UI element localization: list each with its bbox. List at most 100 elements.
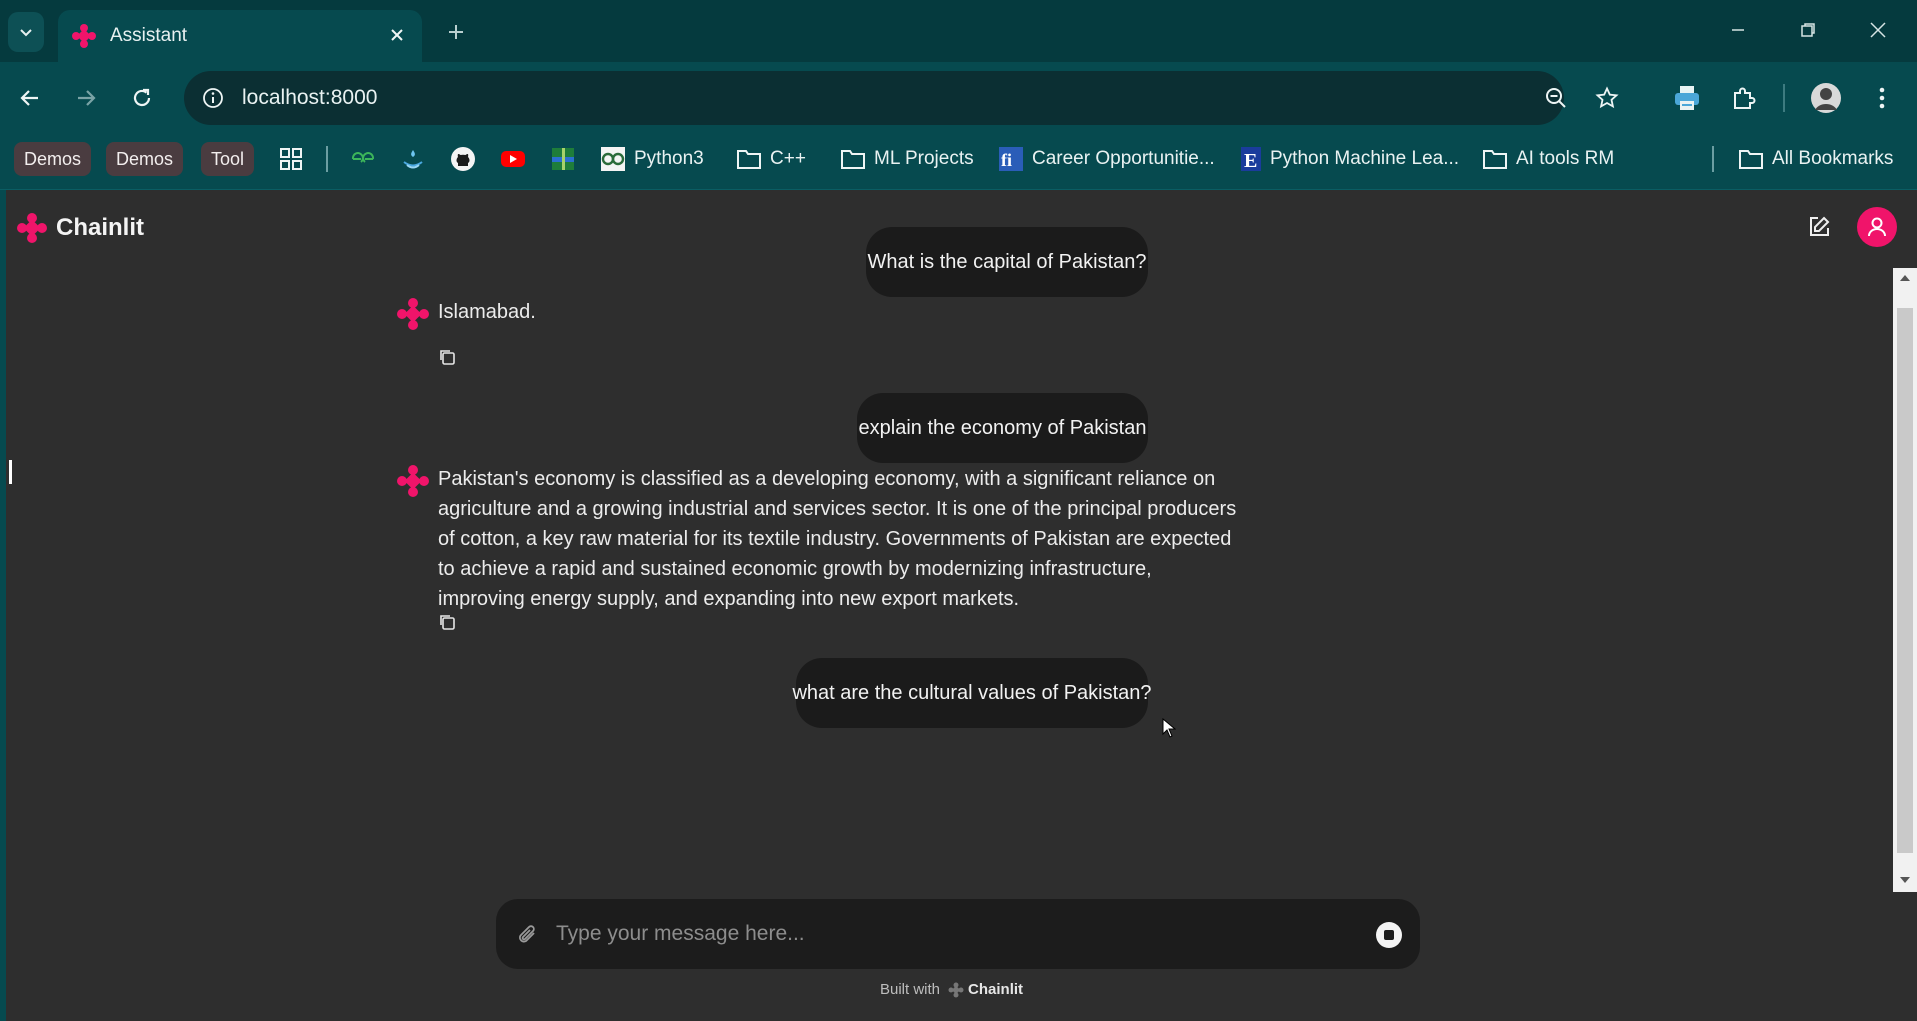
user-message: what are the cultural values of Pakistan… [792, 658, 1152, 728]
message-line: agriculture and a growing industrial and… [438, 498, 1237, 520]
bookmark-label: Python Machine Lea... [1270, 148, 1460, 169]
site-favicon-icon [552, 148, 574, 170]
chat-scrollbar[interactable] [1893, 268, 1917, 892]
bookmark-youtube[interactable] [496, 142, 530, 176]
browser-tab-bar: Assistant [0, 0, 1917, 62]
printer-icon [1675, 86, 1699, 110]
bookmark-demos-1[interactable]: Demos [14, 142, 92, 176]
browser-toolbar: localhost:8000 [0, 62, 1917, 134]
tab-close-button[interactable] [384, 22, 410, 48]
bookmark-demos-2[interactable]: Demos [106, 142, 184, 176]
info-icon [203, 88, 223, 108]
url-text: localhost:8000 [242, 86, 378, 109]
user-avatar-button[interactable] [1857, 207, 1897, 247]
tab-title: Assistant [110, 25, 188, 46]
close-icon [1870, 22, 1886, 38]
bookmark-separator [326, 146, 328, 172]
browser-menu-button[interactable] [1860, 76, 1904, 120]
bookmark-github[interactable] [446, 142, 480, 176]
zoom-button[interactable] [1541, 83, 1571, 113]
bookmark-python3[interactable]: Python3 [600, 142, 704, 176]
user-message: explain the economy of Pakistan [857, 393, 1148, 463]
assistant-message: Pakistan's economy is classified as a de… [438, 464, 1298, 614]
message-input[interactable] [556, 915, 1336, 953]
address-bar[interactable]: localhost:8000 [184, 71, 1619, 125]
profile-button[interactable] [1804, 76, 1848, 120]
extensions-button[interactable] [1722, 76, 1766, 120]
user-message: What is the capital of Pakistan? [866, 227, 1148, 297]
brand-name: Chainlit [56, 214, 144, 241]
window-close-button[interactable] [1850, 10, 1906, 50]
all-bookmarks-button[interactable]: All Bookmarks [1738, 142, 1893, 176]
bookmarks-bar: Demos Demos Tool Python3 C++ ML Projects… [0, 134, 1917, 190]
restore-button[interactable] [1780, 10, 1836, 50]
message-line: of cotton, a key raw material for its te… [438, 528, 1232, 550]
chainlit-logo-icon [948, 982, 964, 997]
bookmark-colab[interactable] [396, 142, 430, 176]
bookmark-folder-cpp[interactable]: C++ [736, 142, 806, 176]
bookmark-site[interactable] [546, 142, 580, 176]
bookmark-label: ML Projects [874, 148, 974, 169]
assistant-message: Islamabad. [438, 301, 536, 323]
mouse-cursor-icon [1162, 718, 1176, 738]
apps-grid-icon [280, 148, 302, 170]
bookmark-apps[interactable] [274, 142, 308, 176]
svg-text:fi: fi [1001, 150, 1012, 170]
site-info-button[interactable] [198, 83, 228, 113]
bookmark-folder-ai-tools[interactable]: AI tools RM [1482, 142, 1614, 176]
bookmark-geeksforgeeks[interactable] [346, 142, 380, 176]
bookmark-label: C++ [770, 148, 806, 169]
attach-file-button[interactable] [512, 919, 544, 951]
reload-button[interactable] [122, 78, 162, 118]
star-icon [1595, 86, 1619, 109]
scroll-down-icon [1900, 877, 1910, 883]
message-composer [496, 899, 1420, 969]
tab-search-button[interactable] [8, 12, 44, 52]
new-chat-button[interactable] [1803, 211, 1835, 243]
github-icon [451, 147, 475, 171]
browser-tab-assistant[interactable]: Assistant [58, 10, 422, 62]
bookmark-python-machine-learning[interactable]: E Python Machine Lea... [1240, 142, 1459, 176]
zoom-out-icon [1546, 88, 1566, 108]
bookmark-career-opportunities[interactable]: fi Career Opportunitie... [998, 142, 1215, 176]
paperclip-icon [519, 925, 535, 943]
arrow-right-icon [78, 90, 96, 106]
sidebar-handle[interactable] [9, 460, 12, 484]
copy-message-button[interactable] [435, 345, 459, 369]
chainlit-logo-icon [17, 213, 47, 243]
reload-icon [133, 88, 151, 107]
folder-icon [841, 150, 865, 169]
copy-message-button[interactable] [435, 610, 459, 634]
built-with-brand: Chainlit [968, 981, 1024, 998]
bookmark-star-button[interactable] [1592, 83, 1622, 113]
minimize-button[interactable] [1710, 10, 1766, 50]
chainlit-app: Chainlit What is the capital of Pakistan… [6, 190, 1917, 1021]
chevron-down-icon [20, 29, 32, 37]
bookmark-label: Career Opportunitie... [1032, 148, 1215, 169]
stop-generation-button[interactable] [1376, 922, 1402, 948]
bookmark-label: All Bookmarks [1772, 148, 1894, 169]
plus-icon [449, 25, 463, 39]
back-button[interactable] [10, 78, 50, 118]
user-icon [1868, 217, 1886, 237]
youtube-icon [501, 151, 525, 167]
more-vertical-icon [1879, 87, 1885, 109]
printer-extension-button[interactable] [1665, 76, 1709, 120]
forward-button[interactable] [66, 78, 106, 118]
profile-avatar-icon [1811, 83, 1841, 113]
built-with-footer[interactable]: Built with Chainlit [880, 981, 1023, 998]
edit-icon [1810, 216, 1830, 236]
bookmark-folder-ml-projects[interactable]: ML Projects [840, 142, 974, 176]
close-icon [391, 29, 403, 41]
built-with-text: Built with [880, 981, 941, 998]
stop-icon [1384, 930, 1394, 940]
bookmark-label: Python3 [634, 148, 704, 169]
career-site-favicon-icon: fi [999, 147, 1023, 171]
scroll-up-icon [1900, 275, 1910, 281]
toolbar-divider [1783, 84, 1785, 112]
bookmark-tool[interactable]: Tool [201, 142, 255, 176]
folder-icon [1739, 150, 1763, 169]
scrollbar-thumb[interactable] [1897, 308, 1913, 853]
new-tab-button[interactable] [438, 14, 474, 50]
bookmark-separator [1712, 146, 1714, 172]
